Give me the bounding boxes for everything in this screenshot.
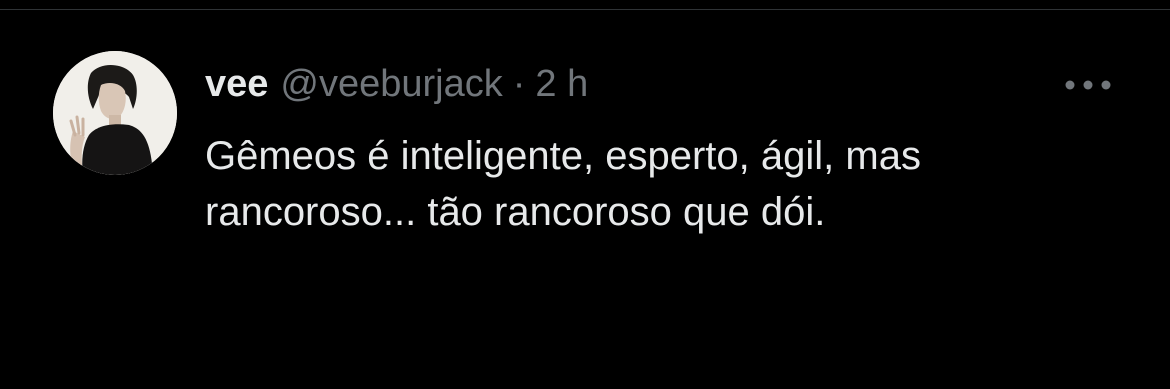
profile-photo-icon bbox=[53, 51, 177, 175]
separator-dot: · bbox=[512, 63, 526, 105]
avatar[interactable] bbox=[53, 51, 177, 175]
display-name[interactable]: vee bbox=[205, 62, 268, 106]
tweet-header: vee @veeburjack · 2 h bbox=[205, 62, 588, 106]
more-options-button[interactable] bbox=[1058, 70, 1118, 100]
tweet-text-line: rancoroso... tão rancoroso que dói. bbox=[205, 190, 826, 234]
divider bbox=[0, 9, 1170, 10]
tweet-card[interactable]: vee @veeburjack · 2 h Gêmeos é inteligen… bbox=[0, 0, 1170, 389]
tweet-text: Gêmeos é inteligente, esperto, ágil, mas… bbox=[205, 128, 1105, 240]
tweet-text-line: Gêmeos é inteligente, esperto, ágil, mas bbox=[205, 134, 921, 178]
more-horizontal-icon bbox=[1065, 80, 1111, 90]
timestamp[interactable]: 2 h bbox=[535, 62, 588, 106]
user-handle[interactable]: @veeburjack bbox=[280, 62, 502, 106]
